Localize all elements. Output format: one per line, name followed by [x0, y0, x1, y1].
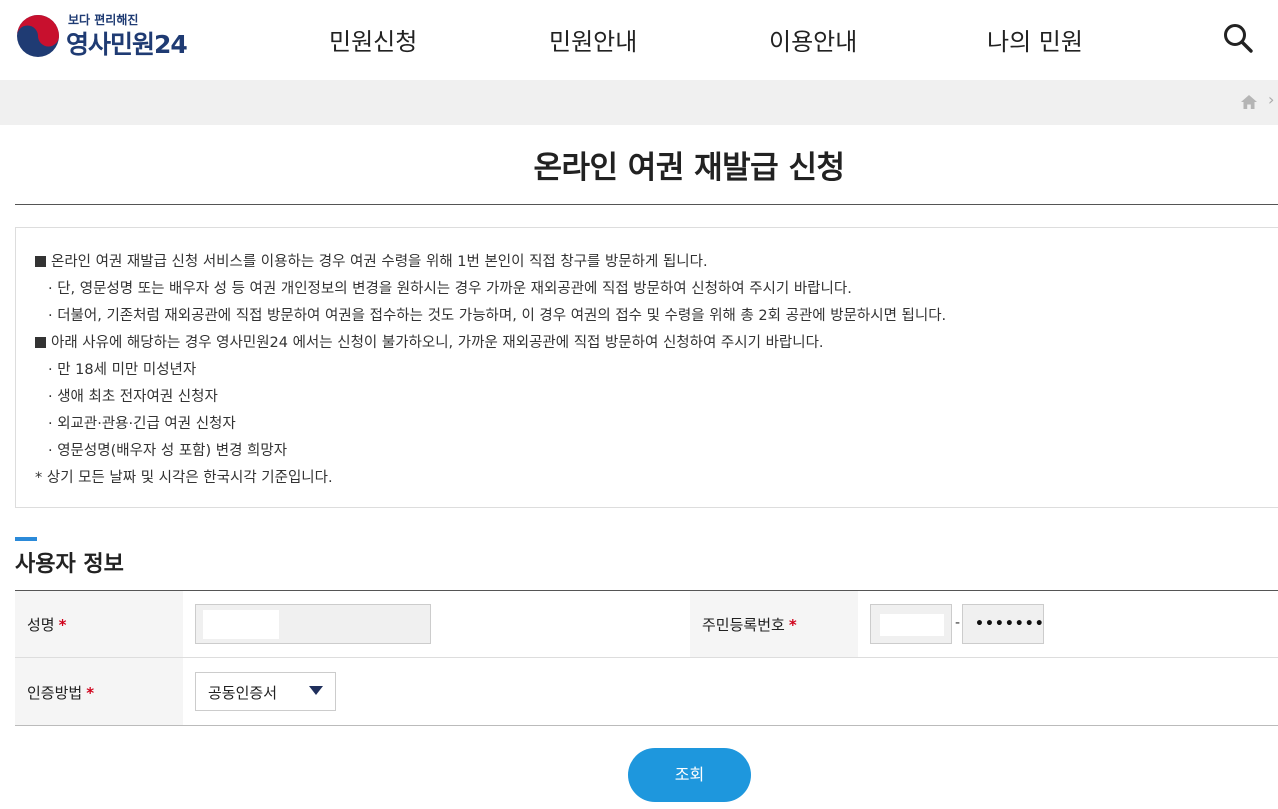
breadcrumb: › [0, 80, 1278, 125]
form-row-name-rrn: 성명 * 주민등록번호 * - ••••••• [15, 591, 1278, 658]
rrn-front-value [880, 614, 944, 636]
auth-method-select[interactable]: 공동인증서 [195, 672, 336, 711]
notice-subitem: · 단, 영문성명 또는 배우자 성 등 여권 개인정보의 변경을 원하시는 경… [48, 281, 852, 297]
page-title: 온라인 여권 재발급 신청 [533, 150, 845, 186]
square-bullet-icon [35, 256, 46, 267]
notice-subitem: · 만 18세 미만 미성년자 [48, 362, 197, 378]
rrn-back-masked: ••••••• [975, 616, 1045, 632]
rrn-front-field[interactable] [870, 604, 952, 644]
name-field[interactable] [195, 604, 431, 644]
notice-subitem: · 생애 최초 전자여권 신청자 [48, 389, 218, 405]
required-mark: * [58, 616, 67, 634]
name-label: 성명 * [27, 616, 67, 634]
notice-footnote: * 상기 모든 날짜 및 시각은 한국시각 기준입니다. [35, 470, 333, 486]
rrn-back-field[interactable]: ••••••• [962, 604, 1044, 644]
chevron-right-icon: › [1268, 90, 1275, 109]
required-mark: * [788, 616, 797, 634]
square-bullet-icon [35, 337, 46, 348]
site-header: 보다 편리해진 영사민원24 민원신청 민원안내 이용안내 나의 민원 [0, 0, 1278, 80]
notice-subitem: · 더불어, 기존처럼 재외공관에 직접 방문하여 여권을 접수하는 것도 가능… [48, 308, 947, 324]
search-icon[interactable] [1222, 22, 1254, 54]
auth-label: 인증방법 * [27, 684, 95, 702]
notice-subitem: · 외교관·관용·긴급 여권 신청자 [48, 416, 236, 432]
form-row-auth: 인증방법 * 공동인증서 [15, 658, 1278, 726]
home-icon[interactable] [1241, 95, 1257, 109]
notice-box: 온라인 여권 재발급 신청 서비스를 이용하는 경우 여권 수령을 위해 1번 … [15, 227, 1278, 508]
site-logo[interactable]: 보다 편리해진 영사민원24 [14, 10, 194, 60]
taegeuk-emblem-icon [17, 15, 59, 57]
notice-subitem: · 영문성명(배우자 성 포함) 변경 희망자 [48, 443, 288, 459]
notice-item: 온라인 여권 재발급 신청 서비스를 이용하는 경우 여권 수령을 위해 1번 … [35, 250, 708, 271]
query-button[interactable]: 조회 [628, 748, 751, 802]
logo-title: 영사민원24 [66, 30, 188, 59]
nav-my-requests[interactable]: 나의 민원 [987, 22, 1083, 57]
required-mark: * [86, 684, 95, 702]
nav-usage[interactable]: 이용안내 [769, 22, 857, 57]
rrn-label-cell: 주민등록번호 * [690, 591, 858, 657]
nav-apply[interactable]: 민원신청 [329, 22, 417, 57]
section-accent-bar [15, 537, 37, 541]
name-label-cell: 성명 * [15, 591, 183, 657]
rrn-label: 주민등록번호 * [702, 616, 797, 634]
name-field-value [203, 610, 279, 639]
notice-item: 아래 사유에 해당하는 경우 영사민원24 에서는 신청이 불가하오니, 가까운… [35, 331, 824, 352]
section-title: 사용자 정보 [15, 552, 124, 577]
rrn-separator: - [955, 615, 961, 631]
auth-label-cell: 인증방법 * [15, 658, 183, 725]
caret-down-icon [309, 686, 323, 695]
nav-guide[interactable]: 민원안내 [549, 22, 637, 57]
auth-method-value: 공동인증서 [208, 684, 278, 702]
title-divider [15, 204, 1278, 205]
